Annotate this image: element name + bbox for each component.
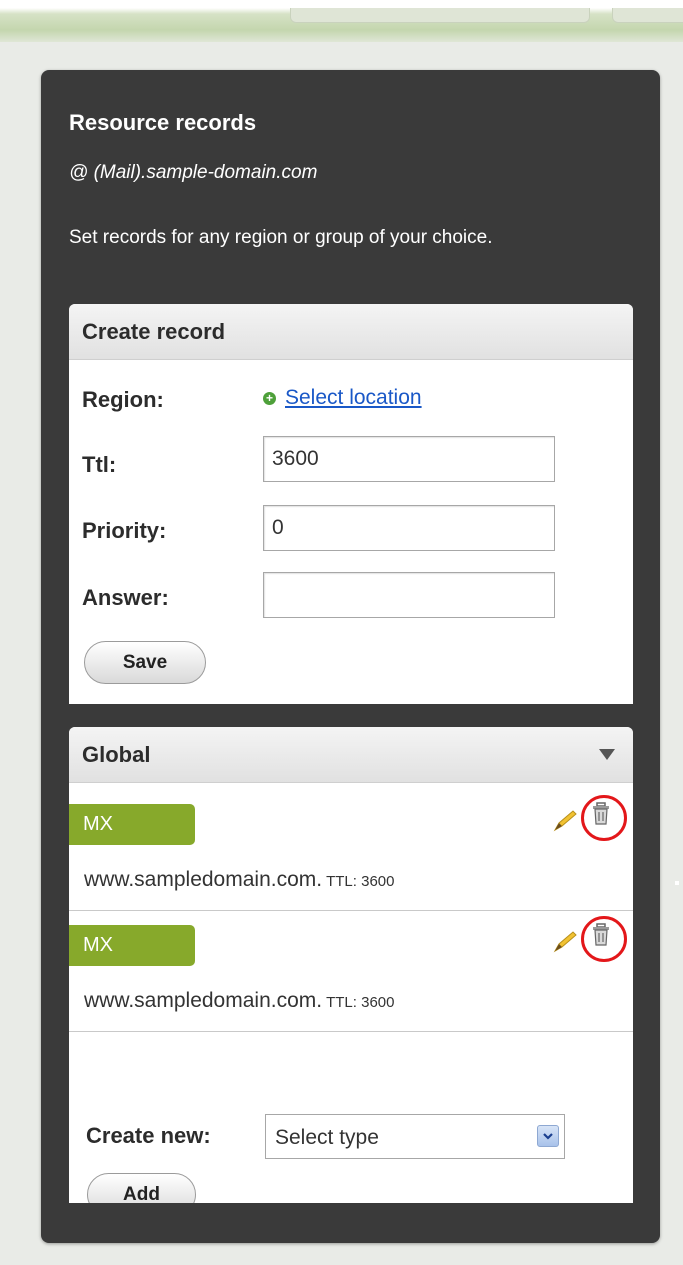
chevron-down-icon[interactable] (599, 749, 615, 760)
select-location-text: Select location (285, 386, 422, 409)
record-value: www.sampledomain.com. TTL: 3600 (84, 989, 394, 1013)
record-row: MX www.sampledomain.com. TTL: 3600 (69, 911, 633, 1032)
trash-icon[interactable] (588, 921, 614, 949)
answer-label: Answer: (82, 585, 169, 610)
record-ttl: TTL: 3600 (326, 994, 395, 1011)
domain-subtitle: @ (Mail).sample-domain.com (69, 162, 318, 183)
add-button[interactable]: Add (87, 1173, 196, 1203)
record-ttl: TTL: 3600 (326, 873, 395, 890)
global-box: Global MX www.sampledomain.com. TTL: 3600… (69, 727, 633, 1203)
select-type-value: Select type (275, 1126, 379, 1149)
priority-label: Priority: (82, 518, 167, 543)
save-button[interactable]: Save (84, 641, 206, 684)
trash-icon[interactable] (588, 800, 614, 828)
create-record-box: Create record Region: + Select location T… (69, 304, 633, 704)
dropdown-arrow-icon[interactable] (537, 1125, 559, 1147)
panel-title: Resource records (69, 110, 257, 135)
top-tab[interactable] (290, 8, 590, 23)
plus-icon: + (263, 392, 276, 405)
record-host: www.sampledomain.com. (84, 868, 323, 891)
record-type-badge: MX (69, 804, 195, 845)
record-type-badge: MX (69, 925, 195, 966)
record-value: www.sampledomain.com. TTL: 3600 (84, 868, 394, 892)
top-banner (0, 0, 683, 42)
ttl-input[interactable] (263, 436, 555, 482)
pencil-icon[interactable] (553, 929, 579, 953)
resource-records-panel: Resource records @ (Mail).sample-domain.… (41, 70, 660, 1243)
record-type-select[interactable]: Select type (265, 1114, 565, 1159)
priority-input[interactable] (263, 505, 555, 551)
global-title: Global (82, 742, 151, 767)
answer-input[interactable] (263, 572, 555, 618)
top-tab[interactable] (612, 8, 683, 23)
panel-description: Set records for any region or group of y… (69, 227, 493, 248)
pencil-icon[interactable] (553, 808, 579, 832)
select-location-link[interactable]: + Select location (263, 386, 422, 410)
create-new-label: Create new: (86, 1123, 211, 1148)
record-row: MX www.sampledomain.com. TTL: 3600 (69, 790, 633, 911)
ttl-label: Ttl: (82, 452, 117, 477)
stray-dot (675, 881, 679, 885)
record-host: www.sampledomain.com. (84, 989, 323, 1012)
global-header[interactable]: Global (69, 727, 633, 783)
create-record-header: Create record (69, 304, 633, 360)
region-label: Region: (82, 387, 164, 412)
